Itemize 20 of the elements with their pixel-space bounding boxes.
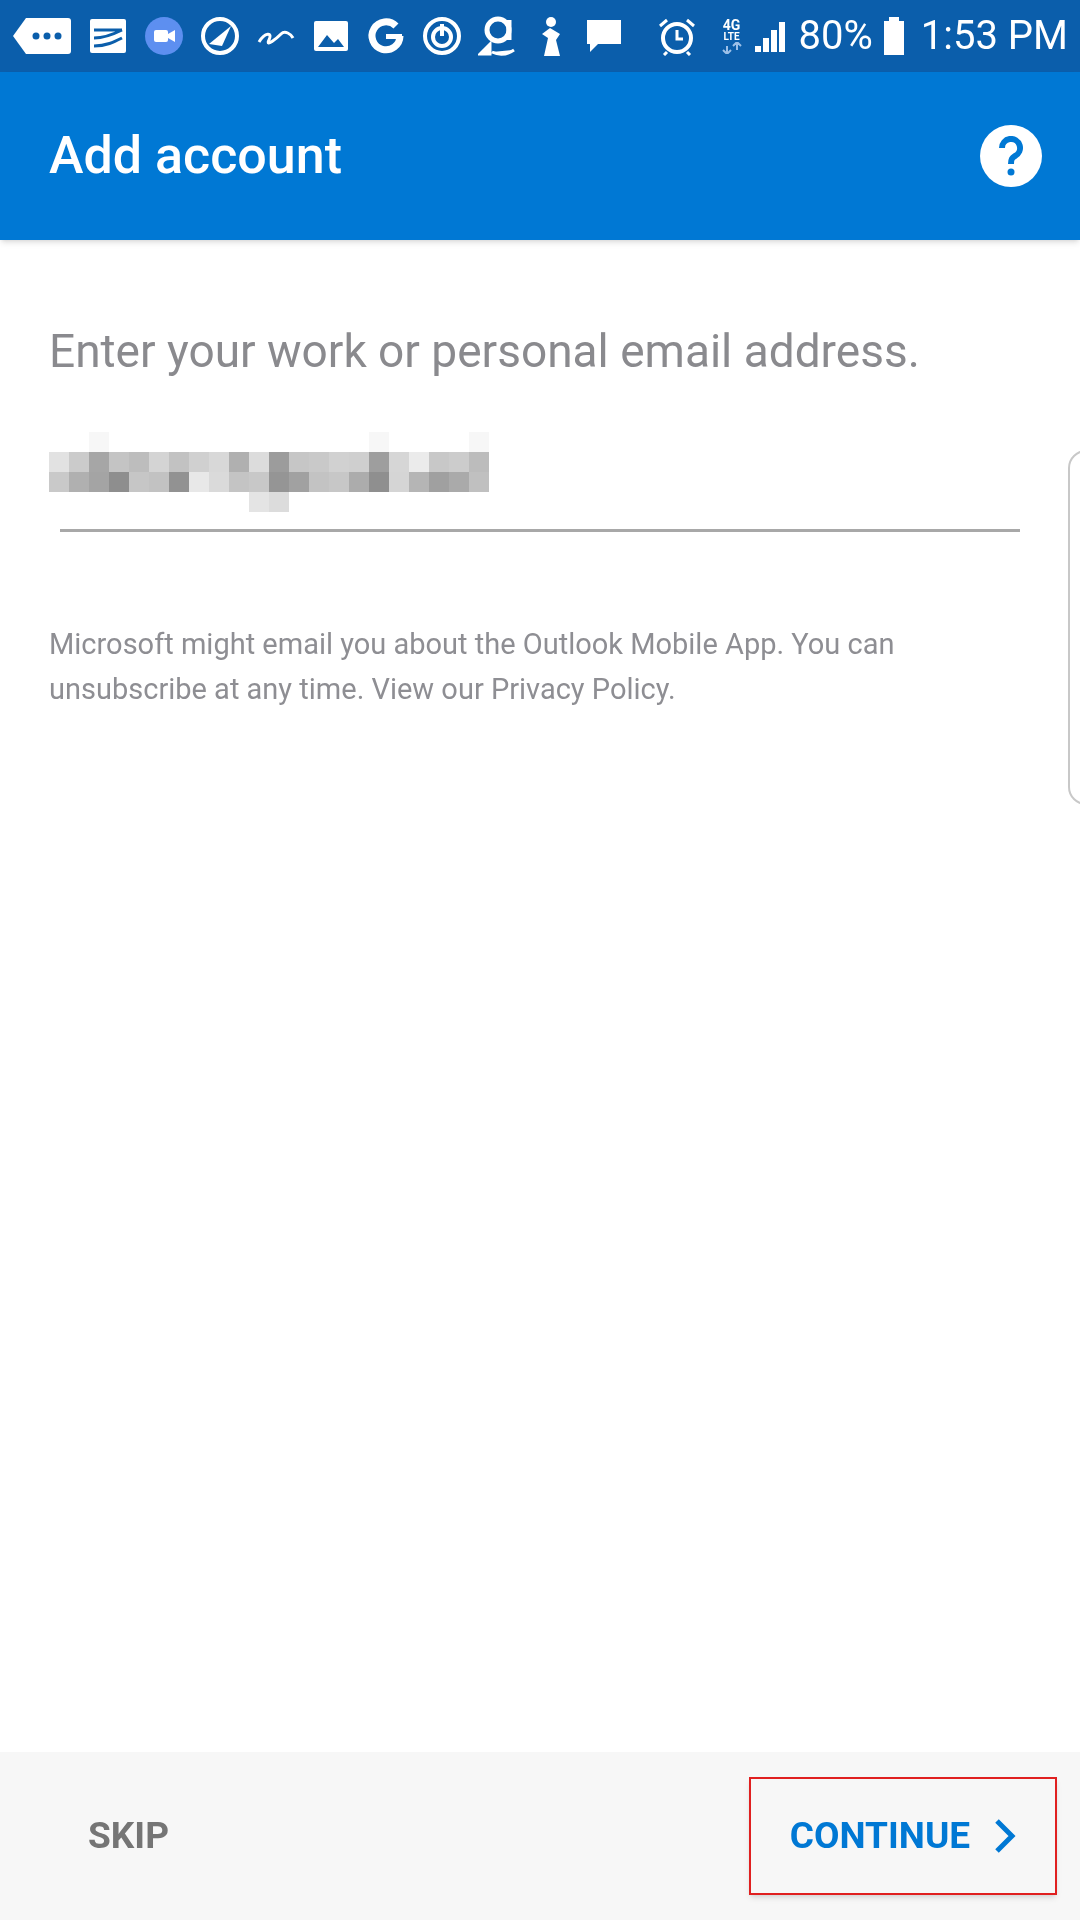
google-g-icon: [366, 16, 406, 56]
battery-percent: 80%: [798, 11, 873, 61]
email-prompt: Enter your work or personal email address.: [49, 323, 921, 380]
circle-swoosh-icon: [200, 16, 240, 56]
network-subtype-label: LTE: [723, 32, 740, 42]
alarm-clock-icon: [656, 16, 697, 56]
clock-time: 1:53 PM: [920, 11, 1068, 61]
chevron-right-icon: [994, 1818, 1017, 1854]
tag-icon: [12, 16, 72, 56]
app-bar-title: Add account: [49, 124, 342, 188]
skip-button[interactable]: SKIP: [50, 1786, 207, 1886]
battery-icon: [882, 16, 905, 56]
video-camera-icon: [144, 16, 184, 56]
continue-button[interactable]: CONTINUE: [749, 1777, 1057, 1895]
card-icon: [88, 16, 128, 56]
data-arrows-icon: [720, 42, 743, 54]
power-ring-icon: [422, 16, 462, 56]
question-mark-icon: [998, 136, 1024, 176]
marketing-disclaimer: Microsoft might email you about the Outlook Mobile App. You can unsubscribe at any time. View our Privacy Policy.: [49, 626, 896, 708]
network-type-label: 4G: [722, 18, 741, 32]
